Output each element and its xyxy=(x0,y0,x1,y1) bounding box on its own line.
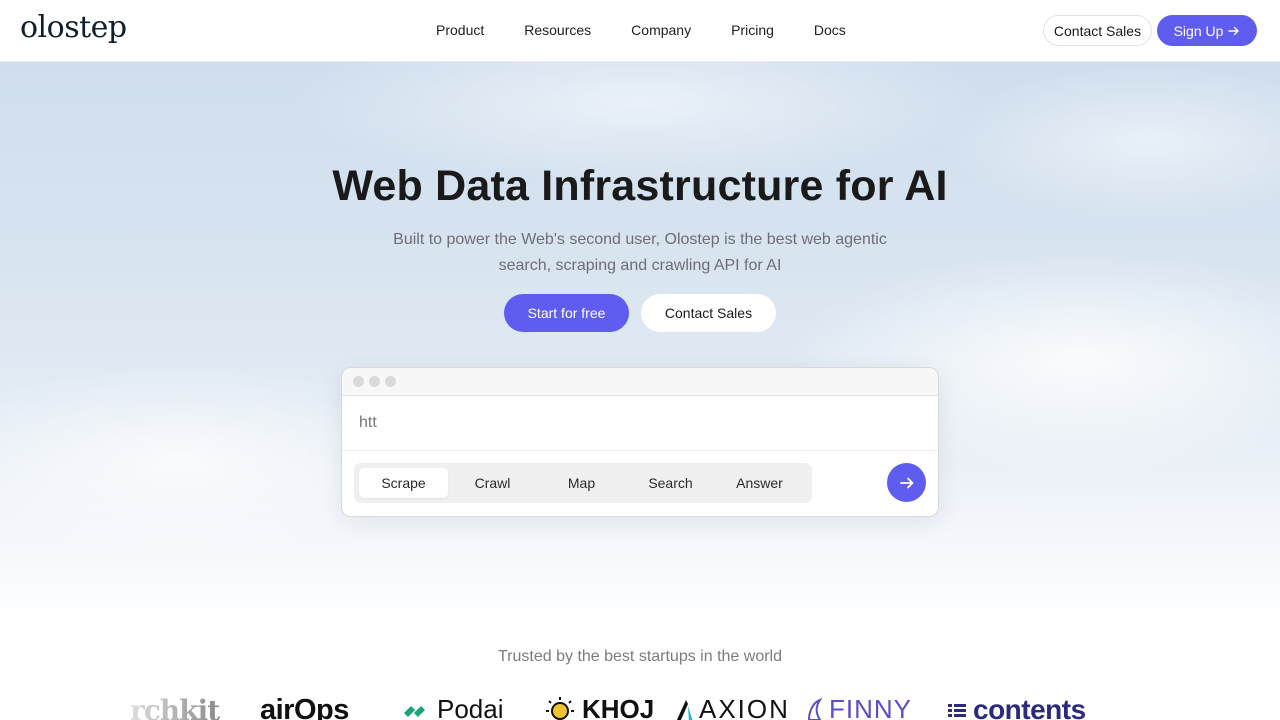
khoj-wordmark: KHOJ xyxy=(582,694,655,720)
nav-item-pricing[interactable]: Pricing xyxy=(711,22,794,38)
logo-contents: contents xyxy=(946,694,1086,720)
logo-strip: rchkit airOps Podai KHOJ AXION FINNY xyxy=(0,690,1280,720)
contents-wordmark: contents xyxy=(973,694,1086,720)
logo-strip-fade-left xyxy=(0,690,240,720)
hero-section: Web Data Infrastructure for AI Built to … xyxy=(0,62,1280,622)
header-contact-sales-button[interactable]: Contact Sales xyxy=(1043,15,1152,46)
submit-button[interactable] xyxy=(887,463,926,502)
logo-strip-fade-right xyxy=(1080,690,1280,720)
list-icon xyxy=(948,704,966,717)
hero-subtitle: Built to power the Web's second user, Ol… xyxy=(393,231,887,274)
podai-mark-icon xyxy=(404,705,425,717)
tab-map[interactable]: Map xyxy=(537,468,626,498)
demo-card: htt Scrape Crawl Map Search Answer xyxy=(341,367,939,517)
site-header: olostep Product Resources Company Pricin… xyxy=(0,0,1280,62)
logo-finny: FINNY xyxy=(806,694,912,720)
arrow-right-icon xyxy=(899,477,913,488)
nav-item-product[interactable]: Product xyxy=(416,22,504,38)
logo-podai: Podai xyxy=(402,694,504,720)
tab-crawl[interactable]: Crawl xyxy=(448,468,537,498)
finny-mark-icon xyxy=(807,697,823,720)
window-dot xyxy=(353,376,364,387)
finny-wordmark: FINNY xyxy=(829,694,912,720)
logo-khoj: KHOJ xyxy=(543,694,654,720)
podai-wordmark: Podai xyxy=(437,694,504,720)
axion-mark-icon xyxy=(676,699,693,720)
tab-search[interactable]: Search xyxy=(626,468,715,498)
main-nav: Product Resources Company Pricing Docs xyxy=(416,0,866,60)
nav-item-company[interactable]: Company xyxy=(611,22,711,38)
nav-item-resources[interactable]: Resources xyxy=(504,22,611,38)
mode-tabs: Scrape Crawl Map Search Answer xyxy=(354,463,812,503)
header-sign-up-button[interactable]: Sign Up xyxy=(1157,15,1257,46)
hero-title: Web Data Infrastructure for AI xyxy=(332,162,948,210)
logo-axion: AXION xyxy=(674,694,790,720)
nav-item-docs[interactable]: Docs xyxy=(794,22,866,38)
tab-scrape[interactable]: Scrape xyxy=(359,468,448,498)
window-title-bar xyxy=(342,368,938,396)
arrow-right-icon xyxy=(1228,26,1240,35)
start-for-free-button[interactable]: Start for free xyxy=(504,294,629,332)
trusted-heading: Trusted by the best startups in the worl… xyxy=(498,648,782,665)
url-input[interactable]: htt xyxy=(342,396,938,451)
window-dot xyxy=(385,376,396,387)
lightbulb-icon xyxy=(546,696,574,720)
brand-logo[interactable]: olostep xyxy=(20,10,127,45)
tab-answer[interactable]: Answer xyxy=(715,468,804,498)
axion-wordmark: AXION xyxy=(699,694,790,720)
window-dot xyxy=(369,376,380,387)
logo-airops: airOps xyxy=(260,694,349,720)
hero-contact-sales-button[interactable]: Contact Sales xyxy=(641,294,776,332)
sign-up-label: Sign Up xyxy=(1173,22,1224,39)
